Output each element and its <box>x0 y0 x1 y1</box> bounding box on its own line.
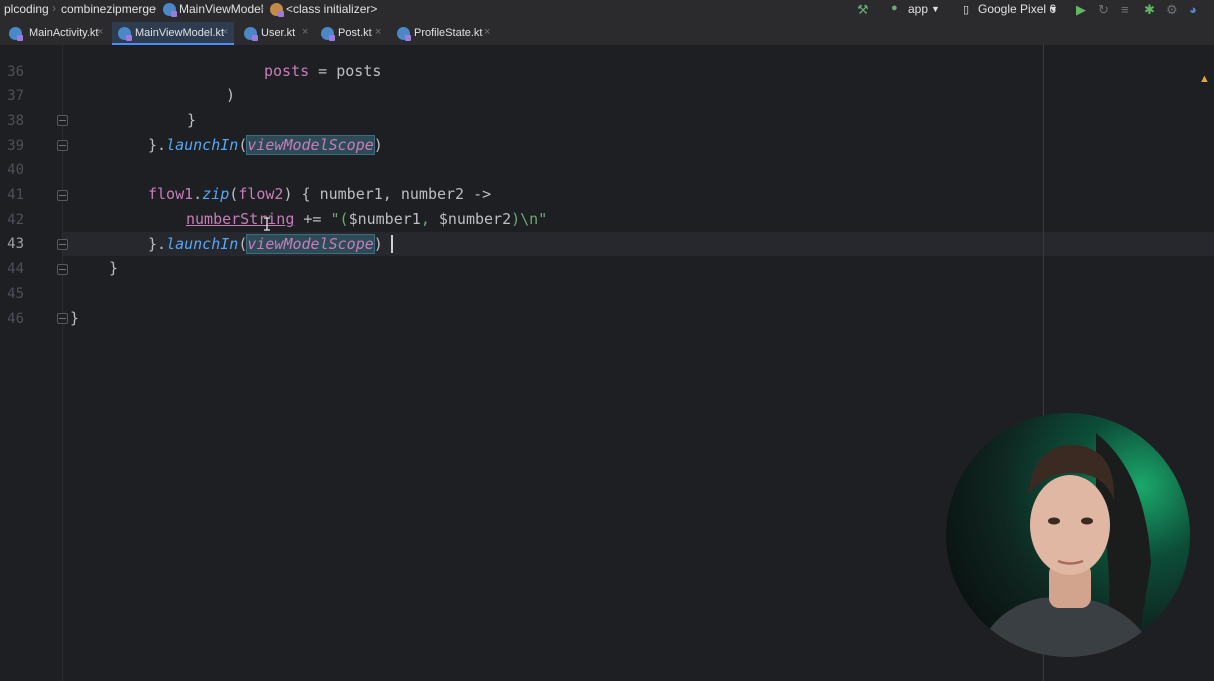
chevron-down-icon[interactable]: ▼ <box>1049 4 1058 14</box>
run-config-select[interactable]: app <box>908 2 928 16</box>
close-icon[interactable]: × <box>222 26 228 38</box>
fold-icon[interactable] <box>57 239 68 250</box>
kotlin-file-icon <box>9 27 23 41</box>
line-number: 37 <box>7 88 24 104</box>
device-icon: ▯ <box>963 4 970 16</box>
code-line-46: } <box>70 309 80 327</box>
device-select[interactable]: Google Pixel 6 <box>978 2 1056 16</box>
code-line-38: } <box>187 111 197 129</box>
tab-label: MainViewModel.kt <box>135 27 225 39</box>
navigation-bar: plcoding › combinezipmerge › MainViewMod… <box>0 0 1214 19</box>
breadcrumb-separator-icon: › <box>260 1 264 15</box>
close-icon[interactable]: × <box>302 26 308 38</box>
gutter: 36 37 38 39 40 41 42 43 44 45 46 <box>0 45 63 681</box>
breadcrumb-class[interactable]: MainViewModel <box>179 2 264 16</box>
fold-icon[interactable] <box>57 313 68 324</box>
line-number: 44 <box>7 261 24 277</box>
initializer-icon <box>270 3 284 17</box>
line-number: 36 <box>7 64 24 80</box>
line-number: 46 <box>7 311 24 327</box>
breadcrumb-project[interactable]: plcoding <box>4 2 49 16</box>
text-caret <box>391 235 393 253</box>
fold-icon[interactable] <box>57 140 68 151</box>
line-number: 39 <box>7 138 24 154</box>
kotlin-file-icon <box>397 27 411 41</box>
line-number: 43 <box>7 236 24 252</box>
line-number: 40 <box>7 162 24 178</box>
code-line-39: }.launchIn(viewModelScope) <box>148 135 383 155</box>
kotlin-class-icon <box>163 3 177 17</box>
presenter-portrait <box>976 433 1156 657</box>
warning-icon[interactable]: ▲ <box>1199 73 1210 85</box>
code-line-43: }.launchIn(viewModelScope) <box>148 234 383 254</box>
debug-icon[interactable]: ✱ <box>1144 2 1155 18</box>
webcam-overlay <box>946 413 1190 657</box>
close-icon[interactable]: × <box>375 26 381 38</box>
chevron-down-icon[interactable]: ▼ <box>931 4 940 14</box>
tab-label: Post.kt <box>338 27 372 39</box>
analyzer-icon[interactable]: ◕ <box>1189 2 1197 17</box>
tab-mainactivity[interactable]: MainActivity.kt × <box>4 22 110 45</box>
hammer-icon[interactable]: ⚒ <box>857 2 869 18</box>
editor-tabs: MainActivity.kt × MainViewModel.kt × Use… <box>0 22 1214 45</box>
close-icon[interactable]: × <box>97 26 103 38</box>
breadcrumb-separator-icon: › <box>153 1 157 15</box>
kotlin-file-icon <box>118 27 132 41</box>
tab-mainviewmodel[interactable]: MainViewModel.kt × <box>112 22 234 45</box>
line-number: 45 <box>7 286 24 302</box>
kotlin-file-icon <box>244 27 258 41</box>
close-icon[interactable]: × <box>484 26 490 38</box>
tab-profilestate[interactable]: ProfileState.kt × <box>395 22 495 45</box>
rerun-icon[interactable]: ↻ <box>1098 2 1109 18</box>
run-icon[interactable]: ▶ <box>1076 2 1086 18</box>
tab-label: User.kt <box>261 27 296 39</box>
profiler-icon[interactable]: ⚙ <box>1166 2 1178 18</box>
breadcrumb-separator-icon: › <box>52 1 56 15</box>
breadcrumb-package[interactable]: combinezipmerge <box>61 2 156 16</box>
kotlin-file-icon <box>321 27 335 41</box>
tab-user[interactable]: User.kt × <box>241 22 313 45</box>
fold-icon[interactable] <box>57 264 68 275</box>
line-number: 38 <box>7 113 24 129</box>
code-line-37: ) <box>226 86 236 104</box>
line-number: 41 <box>7 187 24 203</box>
tab-label: ProfileState.kt <box>414 27 483 39</box>
code-line-36: posts = posts <box>264 62 382 80</box>
code-line-44: } <box>109 259 119 277</box>
text-cursor-icon <box>264 217 270 231</box>
code-line-42: numberString += "($number1, $number2)\n" <box>186 210 548 228</box>
line-number: 42 <box>7 212 24 228</box>
tab-label: MainActivity.kt <box>29 27 99 39</box>
breadcrumb-initializer[interactable]: <class initializer> <box>286 2 377 16</box>
android-icon: ● <box>891 2 898 14</box>
fold-icon[interactable] <box>57 115 68 126</box>
code-line-41: flow1.zip(flow2) { number1, number2 -> <box>148 185 492 203</box>
coverage-icon[interactable]: ≡ <box>1121 2 1129 17</box>
fold-icon[interactable] <box>57 190 68 201</box>
tab-post[interactable]: Post.kt × <box>319 22 387 45</box>
